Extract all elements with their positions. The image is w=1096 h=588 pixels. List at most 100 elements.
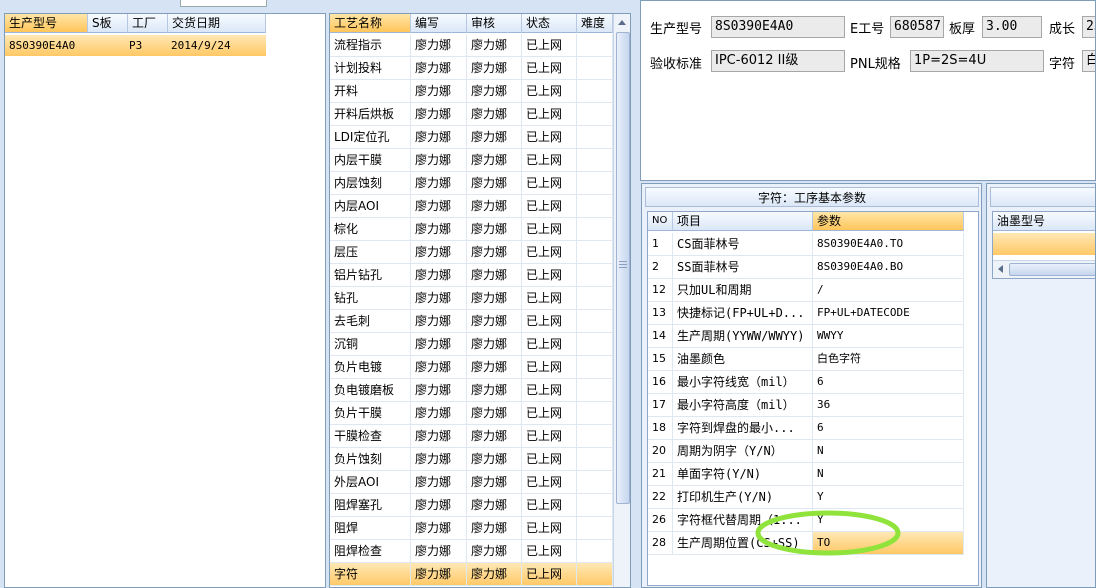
process-reviewer: 廖力娜 bbox=[467, 287, 522, 310]
param-item: 快捷标记(FP+UL+D... bbox=[673, 302, 813, 325]
table-row[interactable]: 计划投料 廖力娜 廖力娜 已上网 bbox=[330, 57, 613, 80]
pnl-field[interactable]: 1P=2S=4U bbox=[910, 50, 1044, 72]
table-row[interactable]: 内层蚀刻 廖力娜 廖力娜 已上网 bbox=[330, 172, 613, 195]
table-row[interactable]: 沉铜 廖力娜 廖力娜 已上网 bbox=[330, 333, 613, 356]
table-row[interactable]: 15 油墨颜色 白色字符 bbox=[648, 348, 964, 371]
orders-col-s[interactable]: S板 bbox=[88, 14, 128, 33]
table-row[interactable]: 内层干膜 廖力娜 廖力娜 已上网 bbox=[330, 149, 613, 172]
process-difficulty bbox=[577, 264, 613, 287]
params-col-value[interactable]: 参数 bbox=[813, 212, 964, 231]
process-status: 已上网 bbox=[522, 425, 577, 448]
table-row[interactable]: 负片蚀刻 廖力娜 廖力娜 已上网 bbox=[330, 448, 613, 471]
table-row[interactable]: 负片电镀 廖力娜 廖力娜 已上网 bbox=[330, 356, 613, 379]
table-row[interactable]: 16 最小字符线宽（mil） 6 bbox=[648, 371, 964, 394]
process-status: 已上网 bbox=[522, 471, 577, 494]
table-row[interactable]: 去毛刺 廖力娜 廖力娜 已上网 bbox=[330, 310, 613, 333]
param-item: 生产周期(YYWW/WWYY) bbox=[673, 325, 813, 348]
process-name: 沉铜 bbox=[330, 333, 411, 356]
process-author: 廖力娜 bbox=[411, 517, 467, 540]
param-item: 字符到焊盘的最小... bbox=[673, 417, 813, 440]
accept-field[interactable]: IPC-6012 II级 bbox=[711, 50, 845, 72]
orders-col-date[interactable]: 交货日期 bbox=[168, 14, 266, 33]
table-row[interactable]: 棕化 廖力娜 廖力娜 已上网 bbox=[330, 218, 613, 241]
process-status: 已上网 bbox=[522, 80, 577, 103]
process-col-reviewer[interactable]: 审核 bbox=[467, 14, 522, 33]
ink-col-model[interactable]: 油墨型号 bbox=[993, 212, 1095, 231]
table-row[interactable]: 阻焊塞孔 廖力娜 廖力娜 已上网 bbox=[330, 494, 613, 517]
table-row[interactable]: 负电镀磨板 廖力娜 廖力娜 已上网 bbox=[330, 379, 613, 402]
process-reviewer: 廖力娜 bbox=[467, 356, 522, 379]
table-row[interactable]: 铝片钻孔 廖力娜 廖力娜 已上网 bbox=[330, 264, 613, 287]
orders-col-factory[interactable]: 工厂 bbox=[128, 14, 168, 33]
params-grid: NO 项目 参数 1 CS面菲林号 8S0390E4A0.TO 2 SS面菲林号 8S03… bbox=[647, 211, 979, 586]
table-row[interactable]: 阻焊 廖力娜 廖力娜 已上网 bbox=[330, 517, 613, 540]
table-row[interactable]: 钻孔 廖力娜 廖力娜 已上网 bbox=[330, 287, 613, 310]
scroll-left-icon[interactable] bbox=[998, 265, 1003, 273]
table-row[interactable]: 17 最小字符高度（mil） 36 bbox=[648, 394, 964, 417]
process-author: 廖力娜 bbox=[411, 149, 467, 172]
hscroll-thumb[interactable] bbox=[1009, 263, 1095, 276]
param-no: 1 bbox=[648, 233, 673, 256]
ink-row[interactable] bbox=[993, 233, 1095, 255]
table-row[interactable]: 13 快捷标记(FP+UL+D... FP+UL+DATECODE bbox=[648, 302, 964, 325]
param-value: / bbox=[813, 279, 964, 302]
grow-field[interactable]: 23 bbox=[1082, 16, 1095, 38]
process-author: 廖力娜 bbox=[411, 540, 467, 563]
process-col-status[interactable]: 状态 bbox=[522, 14, 577, 33]
scroll-thumb[interactable] bbox=[616, 32, 630, 504]
param-item: CS面菲林号 bbox=[673, 233, 813, 256]
table-row[interactable]: 字符 廖力娜 廖力娜 已上网 bbox=[330, 563, 613, 586]
table-row[interactable]: 21 单面字符(Y/N) N bbox=[648, 463, 964, 486]
param-value: FP+UL+DATECODE bbox=[813, 302, 964, 325]
table-row[interactable]: 开料后烘板 廖力娜 廖力娜 已上网 bbox=[330, 103, 613, 126]
order-model: 8S0390E4A0 bbox=[9, 39, 76, 52]
param-no: 21 bbox=[648, 463, 673, 486]
table-row[interactable]: 层压 廖力娜 廖力娜 已上网 bbox=[330, 241, 613, 264]
process-reviewer: 廖力娜 bbox=[467, 448, 522, 471]
param-value: 白色字符 bbox=[813, 348, 964, 371]
table-row[interactable]: 阻焊检查 廖力娜 廖力娜 已上网 bbox=[330, 540, 613, 563]
process-status: 已上网 bbox=[522, 34, 577, 57]
process-status: 已上网 bbox=[522, 540, 577, 563]
ink-hscrollbar[interactable] bbox=[993, 260, 1095, 278]
table-row[interactable]: 流程指示 廖力娜 廖力娜 已上网 bbox=[330, 34, 613, 57]
model-field[interactable]: 8S0390E4A0 bbox=[711, 16, 845, 38]
table-row[interactable]: 外层AOI 廖力娜 廖力娜 已上网 bbox=[330, 471, 613, 494]
table-row[interactable]: 开料 廖力娜 廖力娜 已上网 bbox=[330, 80, 613, 103]
process-col-author[interactable]: 编写 bbox=[411, 14, 467, 33]
table-row[interactable]: 干膜检查 廖力娜 廖力娜 已上网 bbox=[330, 425, 613, 448]
process-scrollbar[interactable] bbox=[613, 14, 630, 587]
orders-col-model[interactable]: 生产型号 bbox=[5, 14, 88, 33]
scroll-up-icon[interactable] bbox=[618, 20, 626, 25]
accept-label: 验收标准 bbox=[650, 57, 703, 72]
process-author: 廖力娜 bbox=[411, 264, 467, 287]
process-name: 负片电镀 bbox=[330, 356, 411, 379]
table-row[interactable]: 20 周期为阴字（Y/N） N bbox=[648, 440, 964, 463]
pnl-label: PNL规格 bbox=[850, 57, 901, 72]
table-row[interactable]: 8S0390E4A0 P3 2014/9/24 bbox=[5, 35, 266, 56]
process-col-name[interactable]: 工艺名称 bbox=[330, 14, 411, 33]
process-status: 已上网 bbox=[522, 448, 577, 471]
table-row[interactable]: 18 字符到焊盘的最小... 6 bbox=[648, 417, 964, 440]
table-row[interactable]: 负片干膜 廖力娜 廖力娜 已上网 bbox=[330, 402, 613, 425]
table-row[interactable]: LDI定位孔 廖力娜 廖力娜 已上网 bbox=[330, 126, 613, 149]
process-reviewer: 廖力娜 bbox=[467, 172, 522, 195]
table-row[interactable]: 1 CS面菲林号 8S0390E4A0.TO bbox=[648, 233, 964, 256]
process-difficulty bbox=[577, 563, 613, 586]
ink-panel: 油墨型号 bbox=[986, 183, 1096, 588]
char-label: 字符 bbox=[1049, 57, 1076, 72]
table-row[interactable]: 14 生产周期(YYWW/WWYY) WWYY bbox=[648, 325, 964, 348]
process-reviewer: 廖力娜 bbox=[467, 310, 522, 333]
thickness-field[interactable]: 3.00 bbox=[982, 16, 1042, 38]
table-row[interactable]: 12 只加UL和周期 / bbox=[648, 279, 964, 302]
char-field[interactable]: 白 bbox=[1082, 50, 1095, 72]
param-value: 8S0390E4A0.BO bbox=[813, 256, 964, 279]
param-item: 周期为阴字（Y/N） bbox=[673, 440, 813, 463]
process-author: 廖力娜 bbox=[411, 402, 467, 425]
eno-field[interactable]: 680587 bbox=[890, 16, 944, 38]
process-col-difficulty[interactable]: 难度 bbox=[577, 14, 613, 33]
params-col-no[interactable]: NO bbox=[648, 212, 673, 231]
params-col-item[interactable]: 项目 bbox=[673, 212, 813, 231]
table-row[interactable]: 内层AOI 廖力娜 廖力娜 已上网 bbox=[330, 195, 613, 218]
table-row[interactable]: 2 SS面菲林号 8S0390E4A0.BO bbox=[648, 256, 964, 279]
